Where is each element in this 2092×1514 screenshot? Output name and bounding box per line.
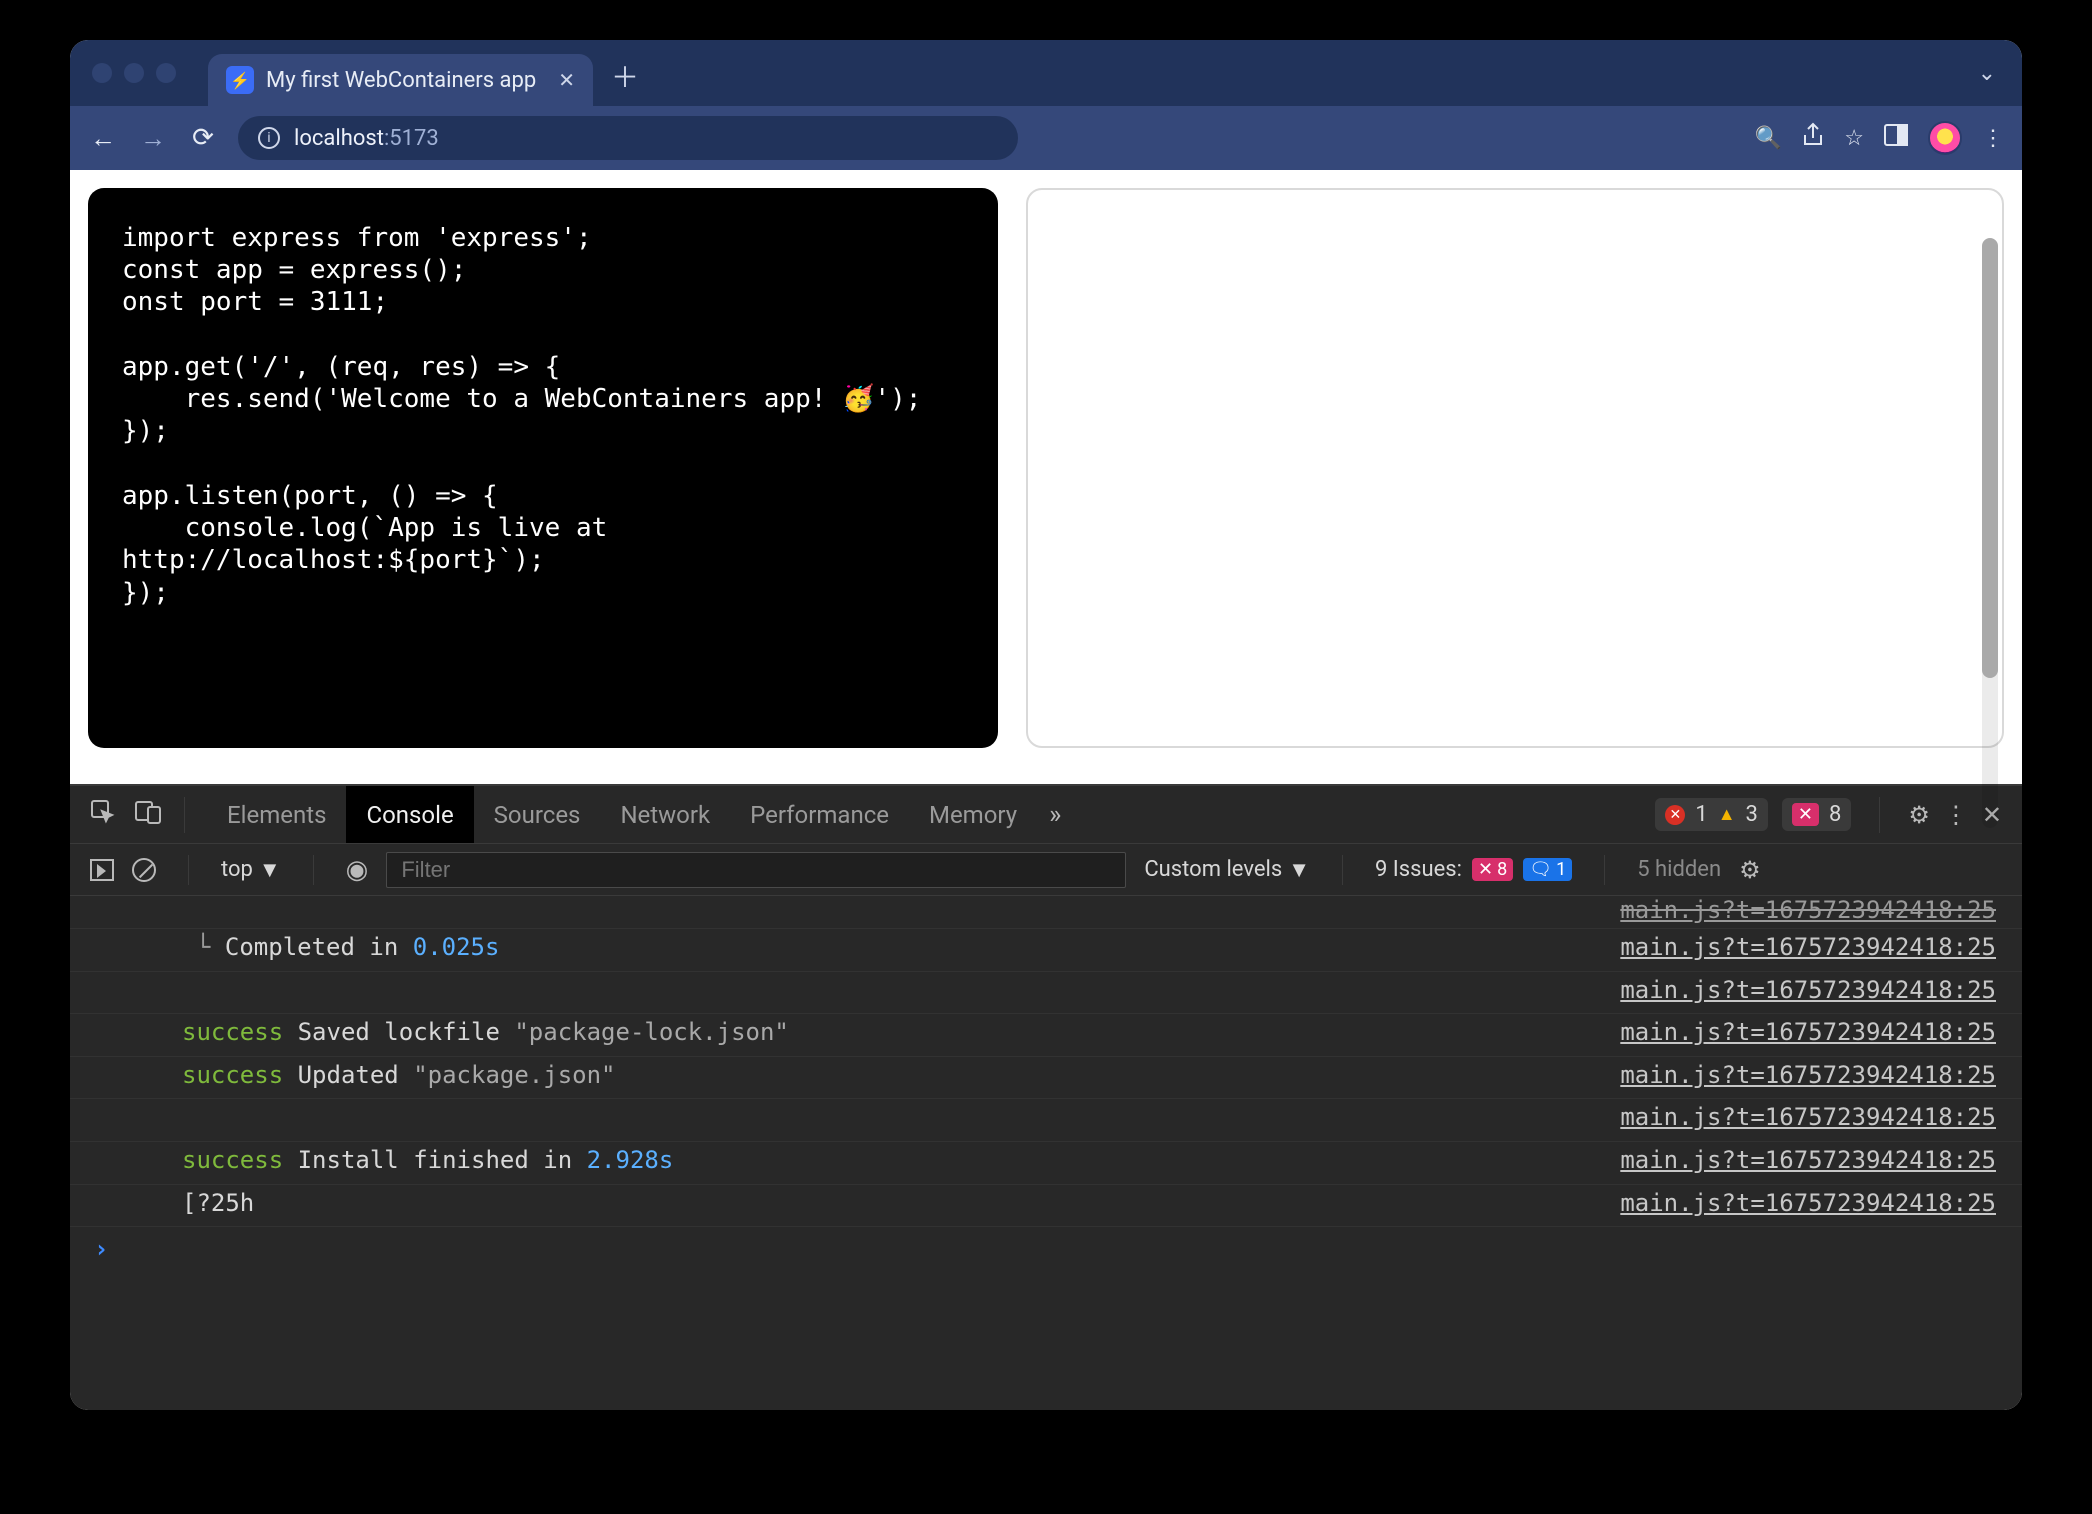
close-tab-icon[interactable]: ✕ [558,68,575,92]
window-controls [92,63,176,83]
issues-badge[interactable]: ✕ 8 [1782,798,1851,831]
browser-window: ⚡ My first WebContainers app ✕ ＋ ⌄ ← → ⟳… [70,40,2022,1410]
devtools-tab-performance[interactable]: Performance [730,786,909,843]
traffic-minimize-icon[interactable] [124,63,144,83]
address-bar[interactable]: i localhost:5173 [238,116,1018,160]
console-prompt[interactable]: › [70,1227,2022,1271]
devtools-panel: ElementsConsoleSourcesNetworkPerformance… [70,784,2022,1410]
traffic-zoom-icon[interactable] [156,63,176,83]
console-output: main.js?t=1675723942418:25 └ Completed i… [70,896,2022,1410]
tab-strip: ⚡ My first WebContainers app ✕ ＋ ⌄ [70,40,2022,106]
inspect-element-icon[interactable] [90,799,116,831]
bolt-icon: ⚡ [226,66,254,94]
devtools-tab-network[interactable]: Network [600,786,730,843]
site-info-icon[interactable]: i [258,127,280,149]
ext-error-count: 8 [1829,802,1841,827]
devtools-tab-console[interactable]: Console [346,786,473,843]
source-link[interactable]: main.js?t=1675723942418:25 [1620,974,1996,1008]
source-link[interactable]: main.js?t=1675723942418:25 [1620,1016,1996,1050]
console-filter-input[interactable] [386,852,1126,888]
warning-count: 3 [1746,802,1758,827]
context-label: top [221,857,253,882]
browser-toolbar: ← → ⟳ i localhost:5173 🔍 ☆ ⋮ [70,106,2022,170]
source-link[interactable]: main.js?t=1675723942418:25 [1620,931,1996,965]
share-icon[interactable] [1802,122,1824,154]
url-host: localhost [294,126,384,151]
source-link[interactable]: main.js?t=1675723942418:25 [1620,1101,1996,1135]
console-settings-gear-icon[interactable]: ⚙ [1739,856,1761,884]
traffic-close-icon[interactable] [92,63,112,83]
settings-gear-icon[interactable]: ⚙ [1908,801,1930,829]
side-panel-icon[interactable] [1884,124,1908,152]
live-expression-icon[interactable]: ◉ [346,855,369,885]
issues-label: 9 Issues: [1375,857,1462,882]
bookmark-star-icon[interactable]: ☆ [1844,126,1864,151]
device-toggle-icon[interactable] [134,799,162,831]
devtools-kebab-icon[interactable]: ⋮ [1944,801,1968,829]
preview-panel [1026,188,2004,748]
context-selector[interactable]: top ▼ [221,857,281,883]
hidden-count[interactable]: 5 hidden [1637,857,1721,882]
console-row: success Saved lockfile "package-lock.jso… [70,1014,2022,1057]
code-editor[interactable]: import express from 'express'; const app… [88,188,998,748]
zoom-icon[interactable]: 🔍 [1755,126,1782,151]
browser-tab[interactable]: ⚡ My first WebContainers app ✕ [208,54,593,106]
console-toolbar: top ▼ ◉ Custom levels ▼ 9 Issues: ✕ 8 🗨 … [70,844,2022,896]
clear-console-icon[interactable] [132,858,156,882]
url-port: :5173 [384,126,439,151]
page-content: import express from 'express'; const app… [70,170,2022,784]
issues-error-icon: ✕ 8 [1472,858,1513,881]
more-tabs-icon[interactable]: » [1049,800,1061,830]
console-row: main.js?t=1675723942418:25 [70,972,2022,1015]
console-row: [?25hmain.js?t=1675723942418:25 [70,1185,2022,1228]
truncated-row: main.js?t=1675723942418:25 [70,896,2022,929]
reload-button[interactable]: ⟳ [188,123,218,153]
new-tab-button[interactable]: ＋ [607,58,643,94]
page-scrollbar[interactable] [1982,238,1998,828]
error-warning-badge[interactable]: ✕ 1 ▲ 3 [1655,798,1768,831]
devtools-tab-memory[interactable]: Memory [909,786,1037,843]
console-row: success Updated "package.json"main.js?t=… [70,1057,2022,1100]
devtools-tab-bar: ElementsConsoleSourcesNetworkPerformance… [70,786,2022,844]
toggle-sidebar-icon[interactable] [90,859,114,881]
console-row: └ Completed in 0.025smain.js?t=167572394… [70,929,2022,972]
ext-error-icon: ✕ [1792,803,1819,826]
levels-label: Custom levels [1144,857,1282,882]
error-badge-icon: ✕ [1665,805,1685,825]
source-link[interactable]: main.js?t=1675723942418:25 [1620,896,1996,924]
chevron-down-icon: ▼ [259,857,281,883]
forward-button[interactable]: → [138,123,168,154]
log-levels-selector[interactable]: Custom levels ▼ [1144,857,1310,883]
profile-avatar[interactable] [1928,121,1962,155]
source-link[interactable]: main.js?t=1675723942418:25 [1620,1144,1996,1178]
console-row: main.js?t=1675723942418:25 [70,1099,2022,1142]
tab-title: My first WebContainers app [266,68,536,93]
chevron-down-icon: ▼ [1288,857,1310,883]
back-button[interactable]: ← [88,123,118,154]
source-link[interactable]: main.js?t=1675723942418:25 [1620,1059,1996,1093]
error-count: 1 [1695,802,1707,827]
kebab-menu-icon[interactable]: ⋮ [1982,126,2004,151]
devtools-tab-elements[interactable]: Elements [207,786,346,843]
issues-info-icon: 🗨 1 [1523,858,1572,881]
tab-list-chevron-icon[interactable]: ⌄ [1978,61,1996,86]
source-link[interactable]: main.js?t=1675723942418:25 [1620,1187,1996,1221]
console-row: success Install finished in 2.928smain.j… [70,1142,2022,1185]
warning-badge-icon: ▲ [1718,804,1736,825]
devtools-tab-sources[interactable]: Sources [474,786,601,843]
issues-summary[interactable]: 9 Issues: ✕ 8 🗨 1 [1375,857,1572,882]
prompt-chevron-icon: › [94,1235,108,1263]
